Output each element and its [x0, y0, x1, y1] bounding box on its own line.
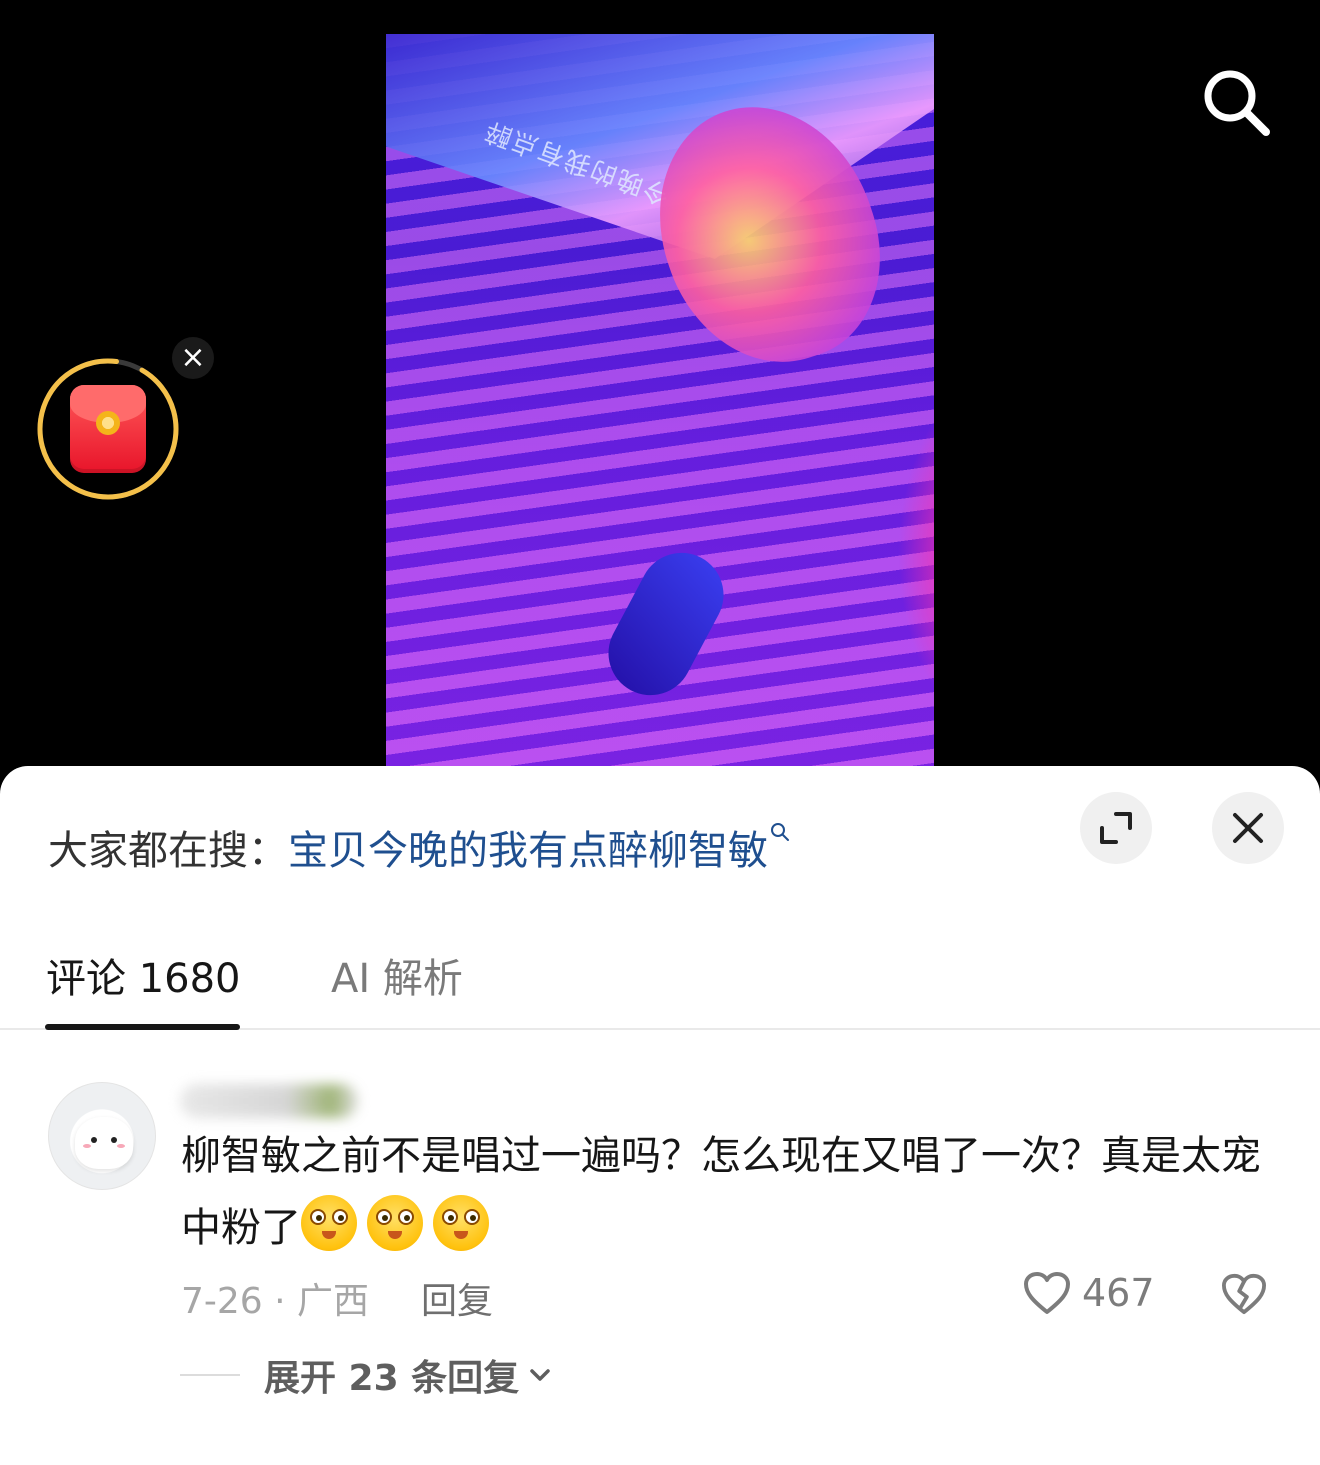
- username-blurred[interactable]: [180, 1084, 358, 1118]
- expand-replies-button[interactable]: 展开 23 条回复: [180, 1350, 553, 1400]
- active-tab-indicator: [45, 1024, 240, 1030]
- video-player[interactable]: 今晚的我有点醉 ×: [0, 0, 1320, 770]
- hot-search-prefix: 大家都在搜：: [48, 828, 288, 874]
- video-frame[interactable]: 今晚的我有点醉: [386, 34, 934, 770]
- red-envelope-close-button[interactable]: ×: [172, 337, 214, 379]
- star-eyes-emoji: [433, 1195, 489, 1251]
- reply-button[interactable]: 回复: [421, 1272, 493, 1324]
- divider-line: [180, 1374, 240, 1376]
- star-eyes-emoji: [367, 1195, 423, 1251]
- microphone-image: [593, 538, 739, 710]
- comment-panel: 大家都在搜：宝贝今晚的我有点醉柳智敏 评论 1680 AI 解析 柳智敏之前不是…: [0, 766, 1320, 1465]
- chevron-down-icon: [530, 1369, 550, 1381]
- expand-replies-label: 展开 23 条回复: [264, 1358, 520, 1399]
- star-eyes-emoji: [301, 1195, 357, 1251]
- comment-text: 柳智敏之前不是唱过一遍吗？怎么现在又唱了一次？真是太宠中粉了: [181, 1120, 1261, 1264]
- hot-search-bar: 大家都在搜：宝贝今晚的我有点醉柳智敏: [48, 818, 790, 876]
- tab-comments[interactable]: 评论 1680: [46, 946, 241, 1004]
- red-envelope-icon: [70, 385, 146, 473]
- avatar[interactable]: [48, 1082, 156, 1190]
- broken-heart-icon: [1222, 1273, 1266, 1315]
- dislike-button[interactable]: [1220, 1272, 1268, 1316]
- search-icon: [771, 823, 789, 841]
- red-envelope-widget[interactable]: [36, 357, 180, 501]
- expand-icon: [1100, 812, 1132, 844]
- tab-ai-analysis[interactable]: AI 解析: [331, 946, 463, 1004]
- close-icon: [1233, 813, 1263, 843]
- hot-search-query-link[interactable]: 宝贝今晚的我有点醉柳智敏: [288, 828, 768, 874]
- tab-bar: 评论 1680 AI 解析: [0, 934, 1320, 1030]
- like-count: 467: [1082, 1271, 1155, 1315]
- search-icon: [1204, 70, 1270, 136]
- heart-icon: [1024, 1272, 1070, 1314]
- like-button[interactable]: 467: [1022, 1268, 1155, 1318]
- search-button[interactable]: [1196, 62, 1276, 142]
- comment-date-location: 7-26 · 广西: [181, 1281, 370, 1322]
- panel-close-button[interactable]: [1212, 792, 1284, 864]
- fullscreen-expand-button[interactable]: [1080, 792, 1152, 864]
